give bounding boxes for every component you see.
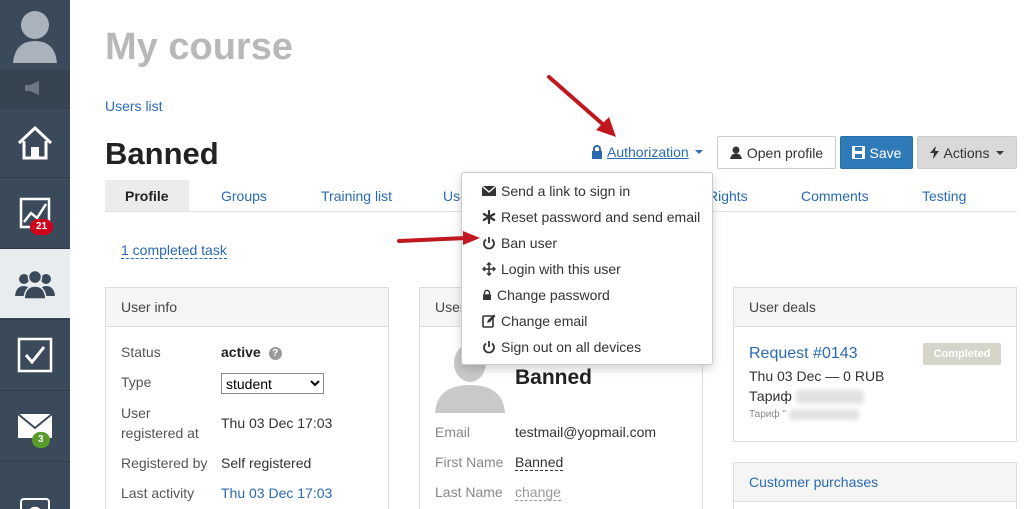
arrow-head-ban-user	[463, 231, 480, 245]
app-root: { "page": { "title": "My course", "bread…	[0, 0, 1031, 509]
annotation-arrows	[397, 75, 616, 245]
